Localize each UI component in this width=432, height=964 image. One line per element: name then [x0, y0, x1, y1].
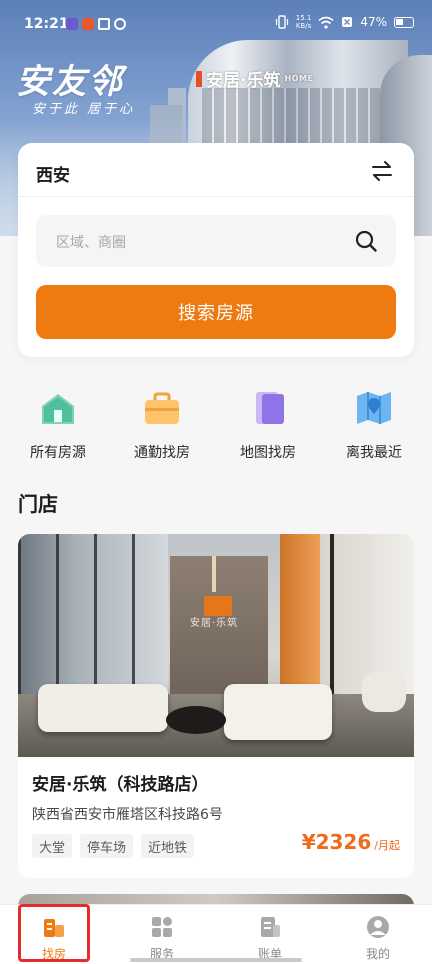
- profile-icon: [367, 916, 389, 938]
- store-tags: 大堂 停车场 近地铁: [32, 834, 195, 858]
- quick-entry-all-listings[interactable]: 所有房源: [8, 380, 108, 470]
- app-brand-logo: 安友邻: [16, 62, 124, 102]
- active-tab-highlight: [18, 904, 90, 962]
- home-indicator[interactable]: [130, 958, 302, 962]
- battery-percent: 47%: [360, 15, 387, 29]
- quick-entry-label: 所有房源: [30, 445, 86, 461]
- battery-icon: [394, 16, 414, 28]
- photo-sofa: [38, 684, 168, 732]
- brand-tagline: 安于此 居于心: [32, 102, 136, 117]
- status-time: 12:21: [24, 16, 69, 32]
- store-address: 陕西省西安市雁塔区科技路6号: [32, 807, 223, 823]
- vibrate-icon: [275, 15, 288, 29]
- photo-wall-logo: [204, 596, 232, 616]
- wifi-icon: [318, 16, 334, 29]
- store-price: ¥2326 /月起: [302, 830, 400, 854]
- network-speed-unit: KB/s: [295, 22, 312, 30]
- city-name: 西安: [36, 166, 70, 186]
- store-photo: 安居·乐筑: [18, 534, 414, 757]
- price-value: ¥2326: [301, 830, 372, 854]
- store-tag: 停车场: [80, 834, 134, 858]
- bill-icon: [261, 917, 280, 937]
- status-bar: 12:21 15.1 KB/s 47%: [0, 0, 432, 50]
- house-icon: [42, 394, 74, 424]
- nav-tab-bills[interactable]: 账单: [216, 905, 324, 964]
- briefcase-icon: [145, 392, 179, 424]
- quick-entry-label: 地图找房: [240, 445, 296, 461]
- search-placeholder: 区域、商圈: [56, 235, 126, 251]
- search-icon[interactable]: [354, 229, 378, 253]
- nav-tab-services[interactable]: 服务: [108, 905, 216, 964]
- store-tag: 大堂: [32, 834, 73, 858]
- network-speed: 15.1 KB/s: [296, 14, 312, 30]
- quick-entry-label: 离我最近: [346, 445, 402, 461]
- switch-city-icon[interactable]: [370, 160, 394, 182]
- network-speed-value: 15.1: [295, 14, 312, 22]
- search-card: 西安 区域、商圈 搜索房源: [18, 143, 414, 357]
- store-tag: 近地铁: [141, 834, 195, 858]
- leaf-icon: [114, 18, 126, 30]
- city-selector[interactable]: 西安: [18, 143, 414, 197]
- building-sign-text: 安居·乐筑: [206, 71, 281, 91]
- building-sign: 安居·乐筑 HOME: [196, 66, 313, 91]
- nav-tab-profile[interactable]: 我的: [324, 905, 432, 964]
- quick-entries: 所有房源 通勤找房 地图找房 离我最近: [0, 380, 432, 470]
- store-name: 安居·乐筑（科技路店）: [32, 775, 209, 795]
- crown-icon: [98, 18, 110, 30]
- price-unit: /月起: [374, 839, 400, 852]
- section-title-stores: 门店: [18, 492, 58, 516]
- services-grid-icon: [152, 917, 172, 937]
- store-card[interactable]: 安居·乐筑 安居·乐筑（科技路店） 陕西省西安市雁塔区科技路6号 大堂 停车场 …: [18, 534, 414, 878]
- status-right: 15.1 KB/s 47%: [275, 14, 414, 30]
- quick-entry-nearby[interactable]: 离我最近: [324, 380, 424, 470]
- quick-entry-commute[interactable]: 通勤找房: [112, 380, 212, 470]
- photo-table: [166, 706, 226, 734]
- quick-entry-label: 通勤找房: [134, 445, 190, 461]
- photo-chandelier: [212, 556, 216, 592]
- app-notification-icon: [66, 18, 78, 30]
- photo-chair: [362, 672, 406, 712]
- quick-entry-map[interactable]: 地图找房: [218, 380, 318, 470]
- app-notification-icon: [82, 18, 94, 30]
- photo-sofa: [224, 684, 332, 740]
- map-pin-icon: [357, 392, 391, 424]
- no-sim-icon: [342, 17, 353, 27]
- photo-wall-text: 安居·乐筑: [190, 618, 239, 629]
- notification-icons: [66, 18, 126, 30]
- search-button[interactable]: 搜索房源: [36, 285, 396, 339]
- building-sign-sub: HOME: [284, 74, 314, 83]
- nav-label: 我的: [365, 947, 390, 961]
- brand-mark-icon: [196, 70, 202, 87]
- search-input[interactable]: 区域、商圈: [36, 215, 396, 267]
- map-card-icon: [256, 392, 284, 424]
